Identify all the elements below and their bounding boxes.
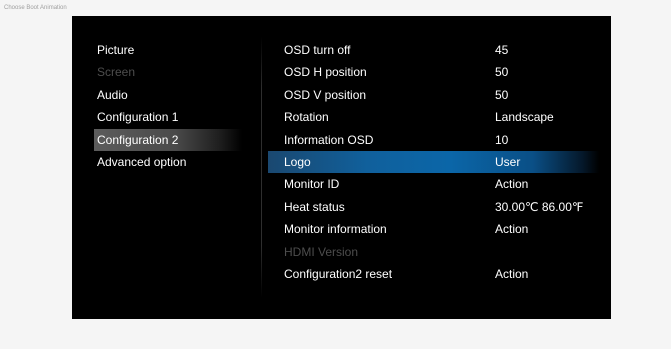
setting-value: 45 xyxy=(495,43,509,57)
menu-item-label: Audio xyxy=(97,87,128,102)
setting-value: Action xyxy=(495,222,529,237)
menu-item-picture[interactable]: Picture xyxy=(94,39,242,61)
setting-label: Logo xyxy=(284,154,311,169)
setting-value: 50 xyxy=(495,87,509,102)
setting-row-osd-turn-off[interactable]: OSD turn off 45 xyxy=(268,39,599,61)
setting-label: Configuration2 reset xyxy=(284,266,393,281)
menu-item-label: Configuration 1 xyxy=(97,110,179,125)
setting-row-monitor-information[interactable]: Monitor information Action xyxy=(268,218,599,240)
menu-item-label: Screen xyxy=(97,65,136,80)
settings-list: OSD turn off 45 OSD H position 50 OSD V posi… xyxy=(268,39,599,285)
menu-divider xyxy=(261,36,262,298)
setting-value: 50 xyxy=(495,65,509,80)
menu-item-configuration-1[interactable]: Configuration 1 xyxy=(94,106,242,128)
setting-row-monitor-id[interactable]: Monitor ID Action xyxy=(268,173,599,195)
menu-item-screen: Screen xyxy=(94,61,242,83)
setting-row-rotation[interactable]: Rotation Landscape xyxy=(268,106,599,128)
window-caption: Choose Boot Animation xyxy=(4,5,67,11)
page: Choose Boot Animation Picture Screen Audio… xyxy=(0,0,671,349)
menu-item-label: Advanced option xyxy=(97,154,187,169)
menu-item-label: Picture xyxy=(97,43,135,57)
setting-row-heat-status[interactable]: Heat status 30.00℃ 86.00℉ xyxy=(268,196,599,218)
setting-value: User xyxy=(495,154,521,169)
setting-label: OSD V position xyxy=(284,87,367,102)
setting-label: Monitor ID xyxy=(284,177,340,192)
osd-menu-panel: Picture Screen Audio Configuration 1 Configu… xyxy=(72,16,611,319)
setting-value: Action xyxy=(495,177,529,192)
setting-label: Heat status xyxy=(284,199,345,214)
menu-item-advanced-option[interactable]: Advanced option xyxy=(94,151,242,173)
setting-row-osd-h-position[interactable]: OSD H position 50 xyxy=(268,61,599,83)
menu-item-audio[interactable]: Audio xyxy=(94,84,242,106)
setting-label: OSD turn off xyxy=(284,43,351,57)
menu-item-label: Configuration 2 xyxy=(97,132,179,147)
setting-label: OSD H position xyxy=(284,65,367,80)
setting-row-osd-v-position[interactable]: OSD V position 50 xyxy=(268,84,599,106)
setting-row-logo[interactable]: Logo User xyxy=(268,150,599,174)
setting-row-configuration2-reset[interactable]: Configuration2 reset Action xyxy=(268,263,599,285)
menu-item-configuration-2[interactable]: Configuration 2 xyxy=(94,128,242,151)
setting-label: Rotation xyxy=(284,110,329,125)
setting-value: 10 xyxy=(495,132,509,147)
setting-value: Landscape xyxy=(495,110,554,125)
setting-row-hdmi-version: HDMI Version xyxy=(268,241,599,263)
setting-label: Monitor information xyxy=(284,222,387,237)
setting-row-information-osd[interactable]: Information OSD 10 xyxy=(268,129,599,151)
setting-label: HDMI Version xyxy=(284,244,359,259)
setting-label: Information OSD xyxy=(284,132,374,147)
setting-value: 30.00℃ 86.00℉ xyxy=(495,199,584,214)
category-menu: Picture Screen Audio Configuration 1 Configu… xyxy=(94,39,242,173)
setting-value: Action xyxy=(495,266,529,281)
